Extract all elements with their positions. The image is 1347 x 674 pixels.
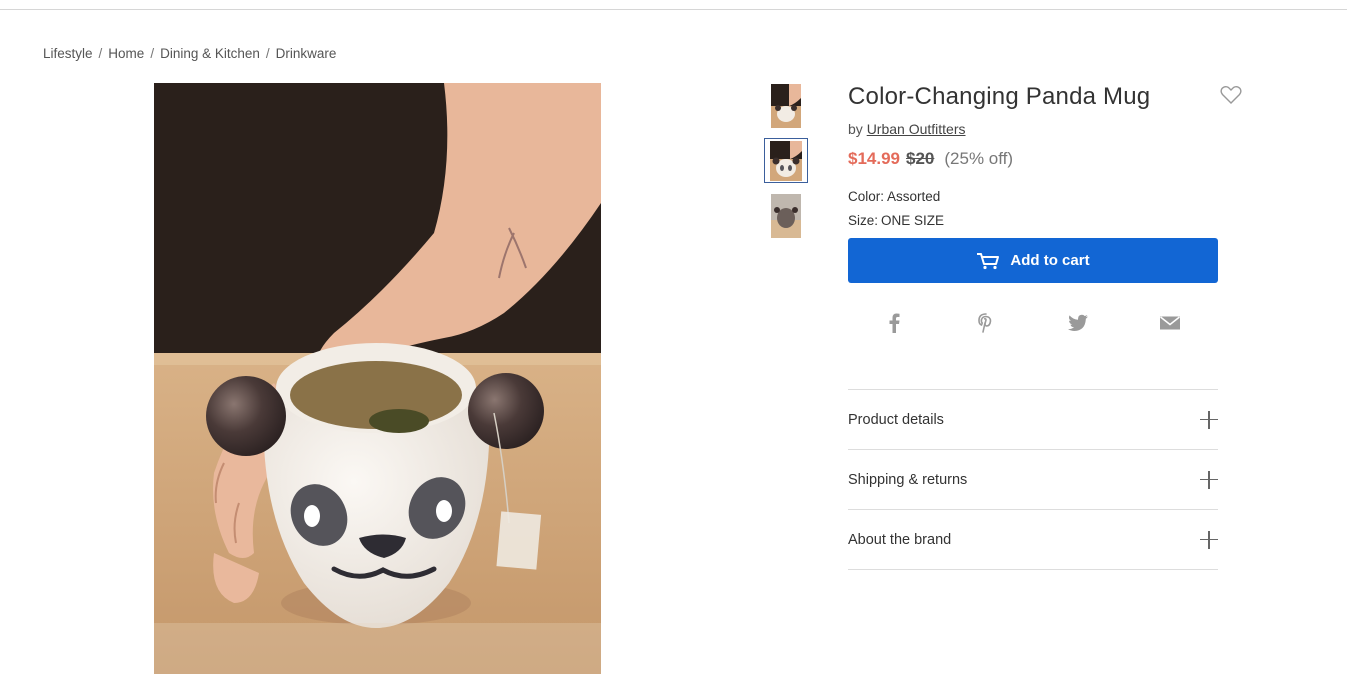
accordion-label: Shipping & returns — [848, 471, 968, 488]
size-label: Size: — [848, 213, 879, 228]
breadcrumb-separator: / — [150, 46, 155, 61]
facebook-icon[interactable] — [882, 311, 906, 335]
by-prefix: by — [848, 121, 863, 137]
plus-icon — [1200, 530, 1218, 549]
share-row — [848, 311, 1218, 335]
pinterest-icon[interactable] — [974, 311, 998, 335]
breadcrumb-home[interactable]: Home — [108, 46, 144, 61]
size-value: ONE SIZE — [881, 213, 945, 228]
thumbnail-1[interactable] — [764, 83, 808, 128]
add-to-cart-label: Add to cart — [1010, 252, 1090, 269]
product-main-image[interactable] — [154, 83, 601, 674]
heart-icon[interactable] — [1220, 85, 1242, 105]
brand-byline: by Urban Outfitters — [848, 121, 1218, 137]
brand-link[interactable]: Urban Outfitters — [867, 121, 966, 137]
thumbnail-2-selected[interactable] — [764, 138, 808, 183]
add-to-cart-button[interactable]: Add to cart — [848, 238, 1218, 283]
color-label: Color: — [848, 189, 885, 204]
accordion-shipping-returns[interactable]: Shipping & returns — [848, 450, 1218, 510]
color-value: Assorted — [887, 189, 941, 204]
twitter-icon[interactable] — [1066, 311, 1090, 335]
breadcrumb-drinkware[interactable]: Drinkware — [276, 46, 337, 61]
breadcrumb-dining-kitchen[interactable]: Dining & Kitchen — [160, 46, 260, 61]
accordion-about-brand[interactable]: About the brand — [848, 510, 1218, 570]
product-title: Color-Changing Panda Mug — [848, 83, 1151, 110]
product-info: Color-Changing Panda Mug by Urban Outfit… — [848, 83, 1242, 335]
size-option: Size: ONE SIZE — [848, 213, 1218, 228]
product-accordion: Product details Shipping & returns About… — [848, 389, 1218, 570]
sale-price: $14.99 — [848, 149, 900, 168]
breadcrumb-lifestyle[interactable]: Lifestyle — [43, 46, 93, 61]
accordion-label: About the brand — [848, 531, 952, 548]
price-row: $14.99 $20 (25% off) — [848, 149, 1218, 169]
accordion-label: Product details — [848, 411, 944, 428]
breadcrumb-separator: / — [98, 46, 103, 61]
cart-icon — [977, 252, 1000, 269]
breadcrumb-separator: / — [265, 46, 270, 61]
original-price: $20 — [906, 149, 935, 168]
thumbnail-strip — [764, 83, 808, 248]
discount-label: (25% off) — [944, 149, 1014, 168]
plus-icon — [1200, 470, 1218, 489]
breadcrumb: Lifestyle / Home / Dining & Kitchen / Dr… — [43, 46, 336, 61]
accordion-product-details[interactable]: Product details — [848, 390, 1218, 450]
thumbnail-3[interactable] — [764, 193, 808, 238]
color-option: Color: Assorted — [848, 189, 1218, 204]
header-divider — [0, 9, 1347, 10]
email-icon[interactable] — [1158, 311, 1182, 335]
plus-icon — [1200, 410, 1218, 429]
